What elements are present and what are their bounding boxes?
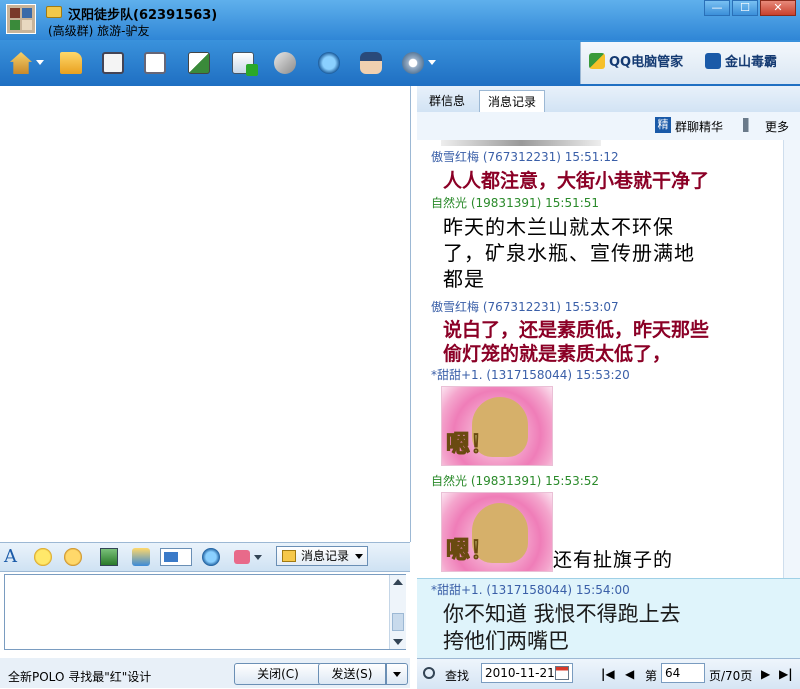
- window-subtitle: (高级群) 旅游-驴友: [48, 24, 150, 38]
- message-header: 自然光 (19831391) 15:51:51: [431, 196, 600, 210]
- essence-icon: 精: [655, 117, 671, 133]
- search-icon[interactable]: [423, 667, 435, 679]
- selected-message[interactable]: *甜甜+1. (1317158044) 15:54:00 你不知道 我恨不得跑上…: [417, 578, 800, 659]
- window-title: 汉阳徒步队(62391563): [68, 8, 218, 23]
- message-text: 还有扯旗子的: [553, 549, 674, 571]
- input-toolbar: A 消息记录: [0, 542, 410, 572]
- qq-pc-manager-link[interactable]: QQ电脑管家: [589, 52, 683, 74]
- emoji-icon[interactable]: [34, 548, 52, 566]
- send-options-button[interactable]: [386, 663, 408, 685]
- title-bar: 汉阳徒步队(62391563) (高级群) 旅游-驴友 — ☐ ✕: [0, 0, 800, 40]
- message-header: *甜甜+1. (1317158044) 15:54:00: [431, 583, 630, 597]
- message-record-label: 消息记录: [301, 549, 350, 563]
- group-apps-icon[interactable]: [202, 548, 220, 566]
- essence-link[interactable]: 群聊精华: [675, 118, 723, 135]
- tools-icon[interactable]: [270, 48, 300, 78]
- message-header: 自然光 (19831391) 15:53:52: [431, 474, 600, 488]
- message-text: 你不知道 我恨不得跑上去 挎他们两嘴巴: [443, 602, 681, 653]
- search-icon[interactable]: [314, 48, 344, 78]
- chevron-down-icon: [355, 554, 363, 559]
- magic-emoji-icon[interactable]: [64, 548, 82, 566]
- more-link[interactable]: 更多: [765, 118, 789, 135]
- close-window-button[interactable]: ✕: [760, 0, 796, 16]
- right-tabs: 群信息 消息记录: [417, 86, 800, 113]
- message-input[interactable]: [4, 574, 406, 650]
- message-text: 昨天的木兰山就太不环保 了，矿泉水瓶、宣传册满地 都是: [443, 215, 695, 291]
- group-badge-icon: [46, 6, 62, 18]
- tab-group-info[interactable]: 群信息: [421, 90, 473, 112]
- message-record-button[interactable]: 消息记录: [276, 546, 368, 566]
- qq-pc-manager-label: QQ电脑管家: [609, 55, 684, 70]
- page-suffix: 页/70页: [709, 669, 753, 683]
- promo-link[interactable]: 全新POLO 寻找最"红"设计: [8, 668, 151, 685]
- last-page-icon[interactable]: ▶|: [779, 667, 793, 681]
- shake-icon[interactable]: [234, 548, 264, 566]
- calendar-icon[interactable]: [555, 666, 569, 680]
- speaker-icon[interactable]: [743, 118, 757, 132]
- message-display-area: [0, 86, 411, 542]
- message-text: 人人都注意，大街小巷就干净了: [443, 170, 710, 192]
- tab-message-record[interactable]: 消息记录: [479, 90, 546, 113]
- kingsoft-antivirus-label: 金山毒霸: [725, 55, 778, 70]
- close-button[interactable]: 关闭(C): [234, 663, 322, 685]
- group-avatar[interactable]: [6, 4, 36, 34]
- card-icon[interactable]: [140, 48, 170, 78]
- send-button[interactable]: 发送(S): [318, 663, 386, 685]
- record-icon: [282, 550, 296, 562]
- chat-scrollbar[interactable]: [783, 140, 800, 578]
- chevron-down-icon: [393, 672, 401, 677]
- message-header: *甜甜+1. (1317158044) 15:53:20: [431, 368, 630, 382]
- maximize-button[interactable]: ☐: [732, 0, 758, 16]
- chat-history: 傲雪红梅 (767312231) 15:51:12 人人都注意，大街小巷就干净了…: [417, 140, 783, 578]
- previous-image-fragment: [441, 140, 601, 146]
- add-app-icon[interactable]: [228, 48, 258, 78]
- kingsoft-shield-icon: [705, 53, 721, 69]
- shield-icon: [589, 53, 605, 69]
- prev-page-icon[interactable]: ◀: [625, 667, 634, 681]
- officer-icon[interactable]: [356, 48, 386, 78]
- page-input[interactable]: 64: [661, 663, 705, 683]
- home-icon[interactable]: [6, 48, 44, 78]
- minimize-button[interactable]: —: [704, 0, 730, 16]
- sticker-image[interactable]: 嗯！: [441, 492, 553, 572]
- message-header: 傲雪红梅 (767312231) 15:53:07: [431, 300, 619, 314]
- first-page-icon[interactable]: |◀: [601, 667, 615, 681]
- image-icon[interactable]: [100, 548, 118, 566]
- find-link[interactable]: 查找: [445, 667, 469, 684]
- screenshot-icon[interactable]: [160, 548, 192, 566]
- poker-icon[interactable]: [184, 48, 214, 78]
- message-text: 说白了，还是素质低，昨天那些 偷灯笼的就是素质太低了，: [443, 319, 710, 365]
- input-scrollbar[interactable]: [389, 575, 406, 649]
- folder-icon[interactable]: [56, 48, 86, 78]
- kingsoft-antivirus-link[interactable]: 金山毒霸: [705, 52, 777, 74]
- music-icon[interactable]: [132, 548, 150, 566]
- record-subtoolbar: 精 群聊精华 更多: [417, 112, 800, 141]
- next-page-icon[interactable]: ▶: [761, 667, 770, 681]
- page-prefix: 第: [645, 669, 658, 683]
- settings-icon[interactable]: [398, 48, 436, 78]
- album-icon[interactable]: [98, 48, 128, 78]
- message-header: 傲雪红梅 (767312231) 15:51:12: [431, 150, 619, 164]
- record-pager: 查找 2010-11-21 |◀ ◀ 第 64 页/70页 ▶ ▶|: [417, 658, 800, 689]
- font-icon[interactable]: A: [4, 548, 22, 566]
- vendor-bar: QQ电脑管家 金山毒霸: [580, 42, 800, 84]
- sticker-image[interactable]: 嗯！: [441, 386, 553, 466]
